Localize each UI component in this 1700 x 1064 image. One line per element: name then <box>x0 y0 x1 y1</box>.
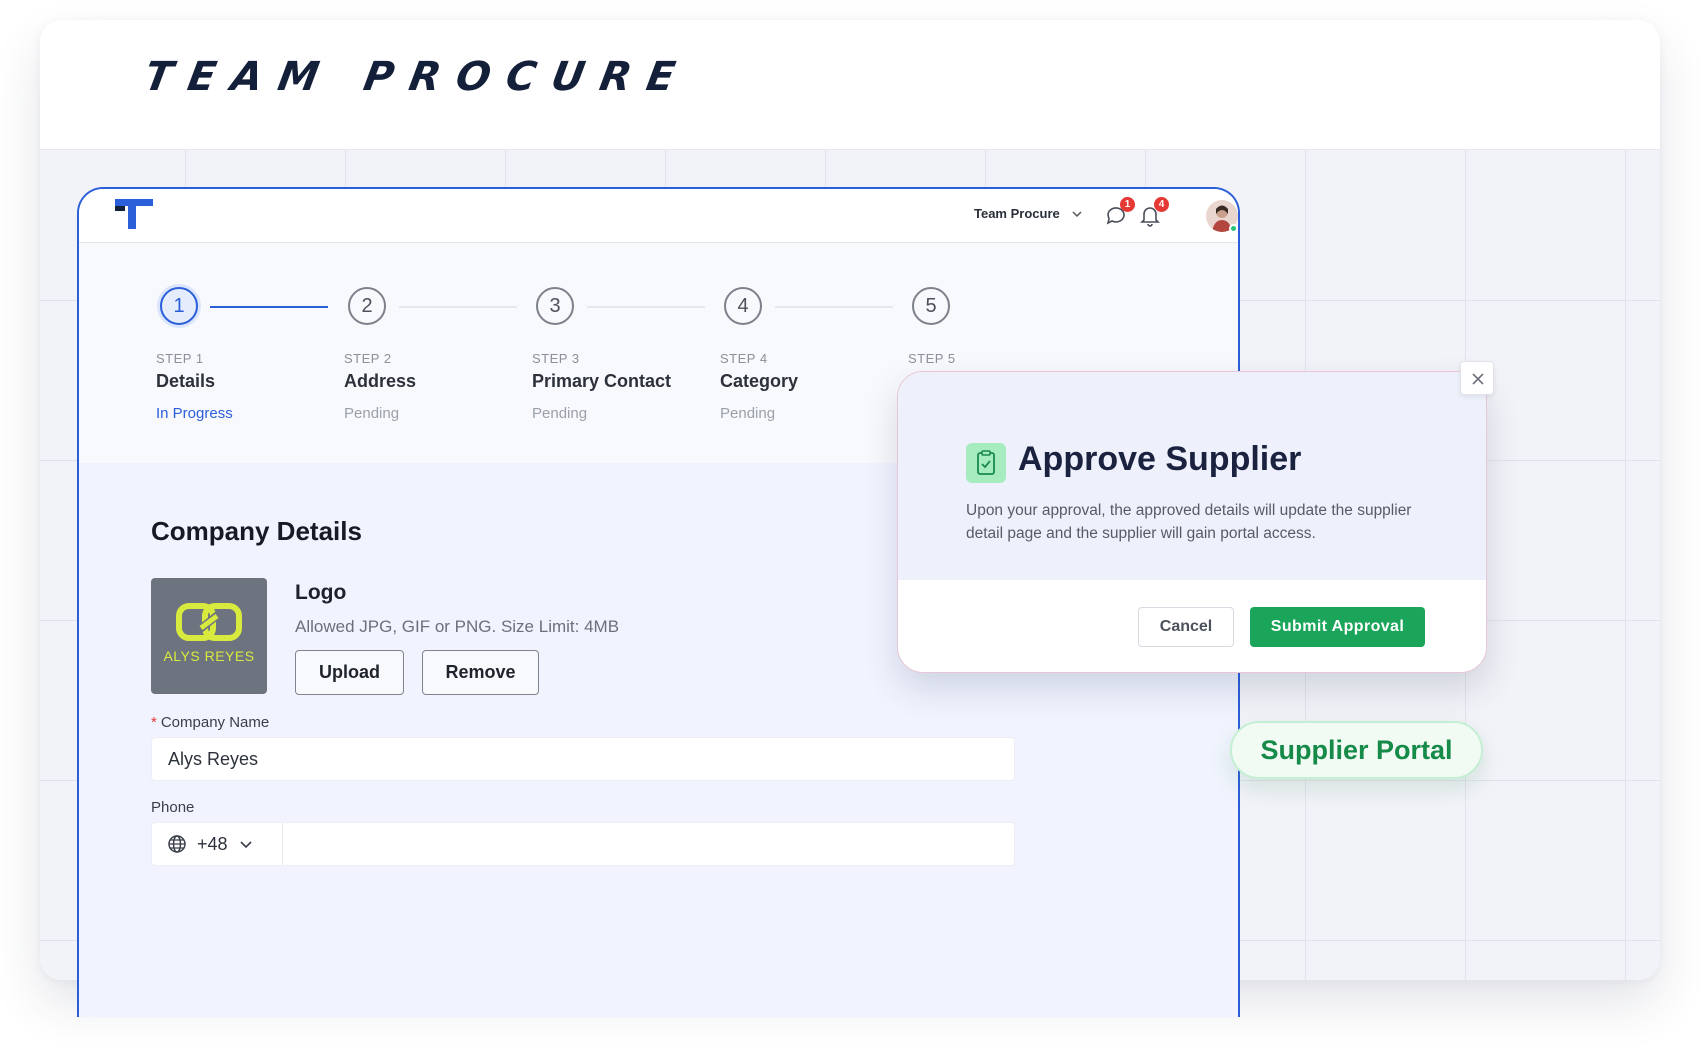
chat-badge: 1 <box>1120 197 1135 212</box>
brand-title: TEAM PROCURE <box>140 54 695 100</box>
step-title: Address <box>344 371 417 391</box>
step-connector <box>210 306 328 308</box>
step-number: 1 <box>160 287 198 325</box>
close-icon <box>1472 373 1484 385</box>
company-name-label: * Company Name <box>151 714 269 731</box>
step-connector <box>587 306 705 308</box>
step-status: Pending <box>720 405 776 422</box>
step-title: Details <box>156 371 216 391</box>
dialog-body: Approve Supplier Upon your approval, the… <box>898 372 1486 580</box>
phone-prefix-value: +48 <box>197 833 228 854</box>
step-label: STEP 5 <box>908 351 956 366</box>
step-status: Pending <box>344 405 400 422</box>
company-logo-preview: ALYS REYES <box>151 578 267 694</box>
section-title: Company Details <box>151 516 362 546</box>
brand-header: TEAM PROCURE <box>40 20 1660 150</box>
logo-hint: Allowed JPG, GIF or PNG. Size Limit: 4MB <box>295 617 620 636</box>
workspace-switcher[interactable]: Team Procure <box>974 206 1084 221</box>
chat-button[interactable]: 1 <box>1103 197 1135 229</box>
step-title: Category <box>720 371 799 391</box>
online-status-dot <box>1229 224 1238 233</box>
step-status: Pending <box>532 405 588 422</box>
phone-label: Phone <box>151 799 195 816</box>
dialog-title: Approve Supplier <box>1018 440 1302 478</box>
logo-brand-text: ALYS REYES <box>163 648 255 664</box>
globe-icon <box>168 835 186 853</box>
step-label: STEP 1 <box>156 351 204 366</box>
submit-approval-button[interactable]: Submit Approval <box>1250 607 1425 647</box>
app-logo-icon[interactable] <box>115 199 153 233</box>
step-label: STEP 2 <box>344 351 392 366</box>
workspace-name: Team Procure <box>974 206 1060 221</box>
dialog-text: Upon your approval, the approved details… <box>966 502 1412 542</box>
step-number: 4 <box>724 287 762 325</box>
company-name-label-text: Company Name <box>160 714 270 731</box>
step-label: STEP 3 <box>532 351 580 366</box>
approve-supplier-dialog: Approve Supplier Upon your approval, the… <box>897 371 1487 673</box>
step-number: 3 <box>536 287 574 325</box>
cancel-button[interactable]: Cancel <box>1138 607 1234 647</box>
notifications-button[interactable]: 4 <box>1137 197 1169 229</box>
step-connector <box>775 306 893 308</box>
step-number: 2 <box>348 287 386 325</box>
company-name-input[interactable]: Alys Reyes <box>151 737 1015 781</box>
logo-label: Logo <box>295 581 347 604</box>
notifications-badge: 4 <box>1154 197 1169 212</box>
remove-button[interactable]: Remove <box>422 650 539 695</box>
chevron-down-icon <box>239 841 252 849</box>
step-title: Primary Contact <box>532 371 672 391</box>
upload-button[interactable]: Upload <box>295 650 404 695</box>
close-dialog-button[interactable] <box>1460 361 1494 395</box>
app-topbar: Team Procure 1 4 <box>79 189 1238 243</box>
chevron-down-icon <box>1072 210 1082 217</box>
step-connector <box>399 306 517 308</box>
required-mark: * <box>151 714 157 731</box>
supplier-portal-badge: Supplier Portal <box>1230 721 1483 779</box>
clipboard-check-icon <box>966 443 1006 483</box>
step-number: 5 <box>912 287 950 325</box>
phone-country-select[interactable]: +48 <box>151 822 283 866</box>
step-label: STEP 4 <box>720 351 768 366</box>
step-status: In Progress <box>156 405 233 422</box>
link-logo-icon <box>176 603 242 641</box>
